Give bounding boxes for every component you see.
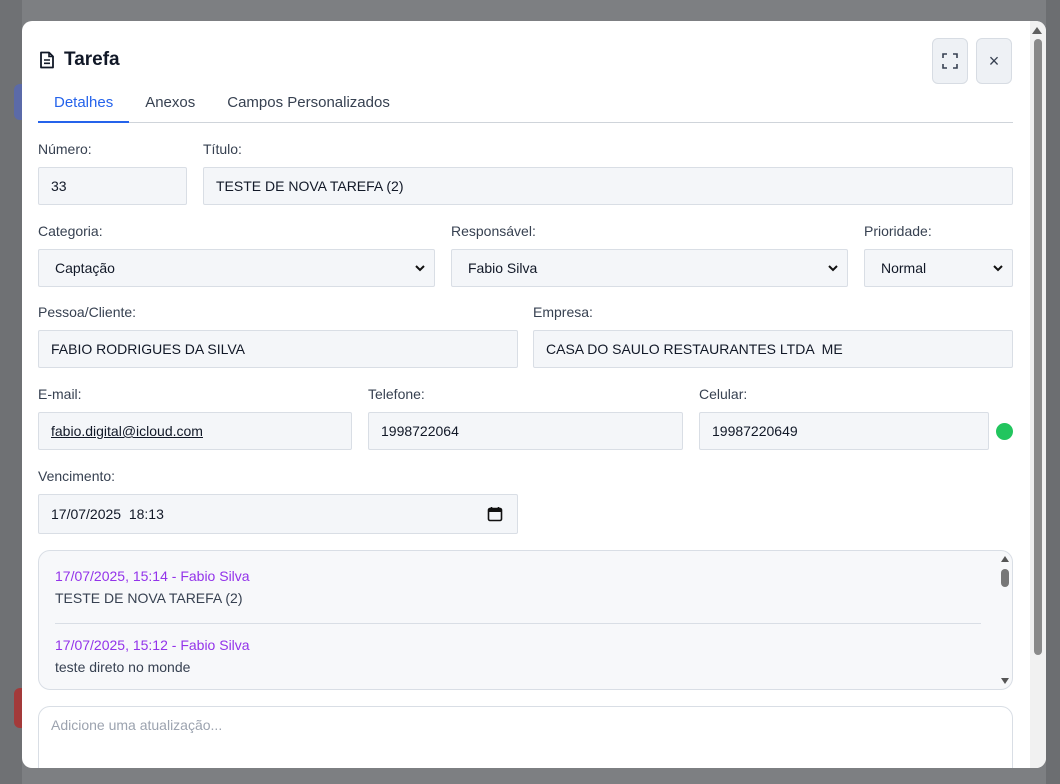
close-button[interactable]: ×	[976, 38, 1012, 84]
scroll-down-arrow-icon[interactable]	[1001, 678, 1009, 684]
celular-field[interactable]: 19987220649	[699, 412, 989, 450]
tab-bar: Detalhes Anexos Campos Personalizados	[38, 87, 1013, 123]
history-meta: 17/07/2025, 15:12 - Fabio Silva	[55, 637, 250, 653]
pessoa-value: FABIO RODRIGUES DA SILVA	[51, 341, 245, 357]
numero-label: Número:	[38, 141, 92, 157]
history-meta: 17/07/2025, 15:14 - Fabio Silva	[55, 568, 250, 584]
categoria-value: Captação	[55, 260, 115, 276]
responsavel-label: Responsável:	[451, 223, 536, 239]
history-scroll-thumb[interactable]	[1001, 569, 1009, 587]
numero-value: 33	[51, 178, 67, 194]
tab-campos-personalizados[interactable]: Campos Personalizados	[211, 87, 406, 123]
close-icon: ×	[988, 50, 1000, 71]
update-textarea[interactable]: Adicione uma atualização...	[38, 706, 1013, 768]
modal-title: Tarefa	[64, 49, 120, 70]
chevron-down-icon	[828, 265, 838, 272]
calendar-icon[interactable]	[487, 506, 503, 522]
scroll-up-arrow-icon[interactable]	[1032, 27, 1042, 34]
history-entry: 17/07/2025, 15:14 - Fabio Silva TESTE DE…	[55, 568, 981, 606]
document-icon	[40, 51, 54, 69]
vencimento-value: 17/07/2025 18:13	[51, 506, 164, 522]
backdrop-right	[1046, 0, 1060, 784]
empresa-value: CASA DO SAULO RESTAURANTES LTDA ME	[546, 341, 843, 357]
history-message: teste direto no monde	[55, 659, 191, 675]
modal-header: Tarefa	[38, 49, 120, 71]
history-message: TESTE DE NOVA TAREFA (2)	[55, 590, 243, 606]
chevron-down-icon	[993, 265, 1003, 272]
telefone-label: Telefone:	[368, 386, 425, 402]
tab-anexos[interactable]: Anexos	[129, 87, 211, 123]
titulo-label: Título:	[203, 141, 242, 157]
pessoa-field[interactable]: FABIO RODRIGUES DA SILVA	[38, 330, 518, 368]
telefone-value: 1998722064	[381, 423, 459, 439]
expand-icon	[942, 53, 958, 69]
email-label: E-mail:	[38, 386, 82, 402]
responsavel-value: Fabio Silva	[468, 260, 538, 276]
celular-value: 19987220649	[712, 423, 798, 439]
vencimento-datetime-input[interactable]: 17/07/2025 18:13	[38, 494, 518, 534]
prioridade-select[interactable]: Normal	[864, 249, 1013, 287]
history-divider	[55, 623, 981, 624]
update-placeholder: Adicione uma atualização...	[51, 717, 223, 733]
scroll-up-arrow-icon[interactable]	[1001, 556, 1009, 562]
responsavel-select[interactable]: Fabio Silva	[451, 249, 848, 287]
celular-label: Celular:	[699, 386, 748, 402]
task-modal: Tarefa × Detalhes Anexos Campos Personal…	[22, 21, 1046, 768]
email-field[interactable]: fabio.digital@icloud.com	[38, 412, 352, 450]
prioridade-label: Prioridade:	[864, 223, 932, 239]
categoria-select[interactable]: Captação	[38, 249, 435, 287]
titulo-field[interactable]: TESTE DE NOVA TAREFA (2)	[203, 167, 1013, 205]
whatsapp-status-dot[interactable]	[996, 423, 1013, 440]
expand-button[interactable]	[932, 38, 968, 84]
email-link[interactable]: fabio.digital@icloud.com	[51, 423, 203, 439]
chevron-down-icon	[415, 265, 425, 272]
titulo-value: TESTE DE NOVA TAREFA (2)	[216, 178, 404, 194]
telefone-field[interactable]: 1998722064	[368, 412, 683, 450]
empresa-label: Empresa:	[533, 304, 593, 320]
categoria-label: Categoria:	[38, 223, 103, 239]
pessoa-label: Pessoa/Cliente:	[38, 304, 137, 320]
prioridade-value: Normal	[881, 260, 927, 276]
modal-scrollbar[interactable]	[1030, 21, 1046, 768]
history-entry: 17/07/2025, 15:12 - Fabio Silva teste di…	[55, 637, 981, 675]
tab-detalhes[interactable]: Detalhes	[38, 87, 130, 123]
modal-scroll-thumb[interactable]	[1034, 39, 1042, 655]
numero-field[interactable]: 33	[38, 167, 187, 205]
history-panel: 17/07/2025, 15:14 - Fabio Silva TESTE DE…	[38, 550, 1013, 690]
vencimento-label: Vencimento:	[38, 468, 116, 484]
empresa-field[interactable]: CASA DO SAULO RESTAURANTES LTDA ME	[533, 330, 1013, 368]
